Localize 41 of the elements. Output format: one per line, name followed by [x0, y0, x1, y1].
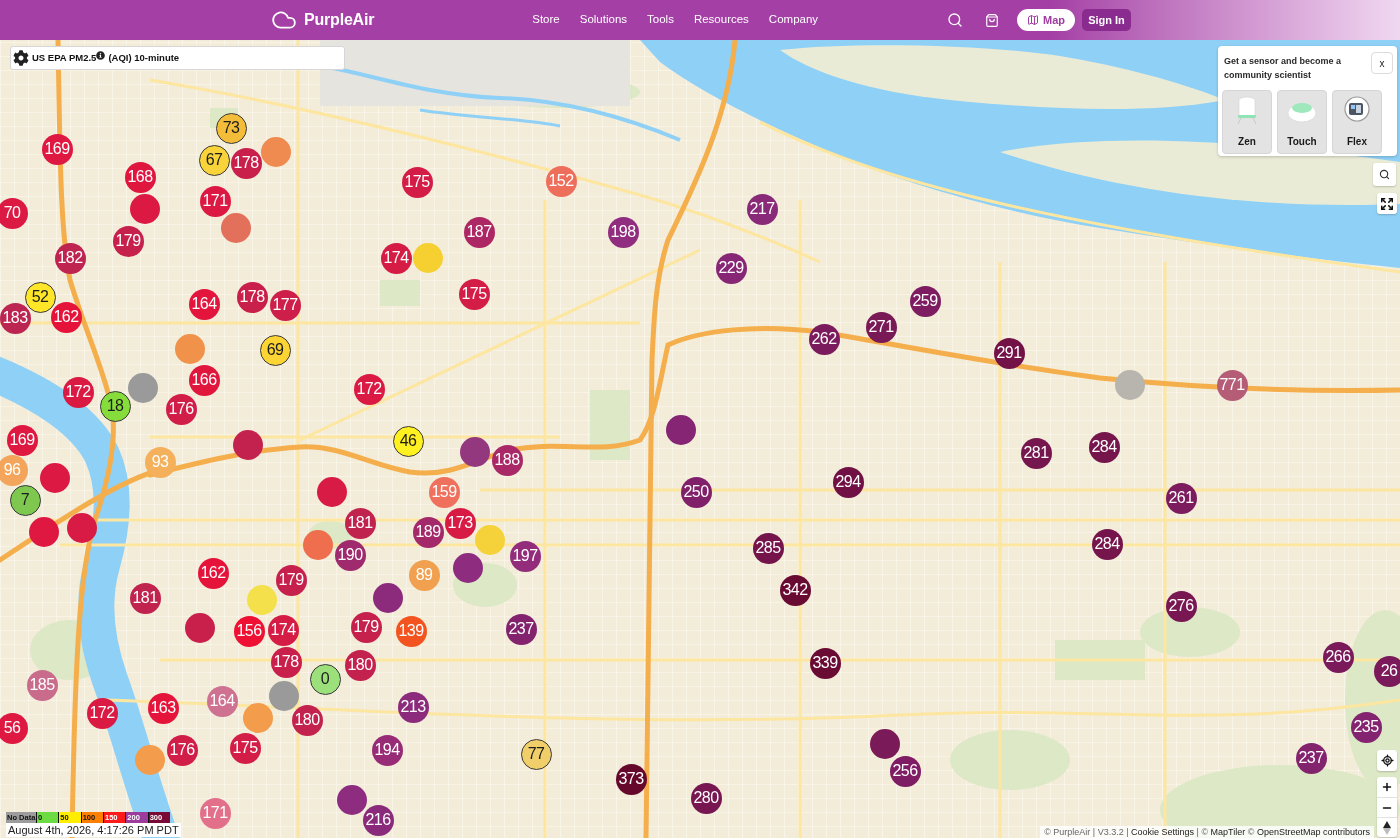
search-icon [1379, 169, 1390, 180]
promo-text: Get a sensor and become a community scientist [1223, 55, 1343, 82]
sensor-product-tile[interactable]: Flex [1332, 90, 1382, 154]
search-button[interactable] [946, 11, 964, 29]
layer-selector[interactable]: US EPA PM2.5 (AQI) 10-minute [10, 46, 345, 70]
close-button[interactable]: x [1371, 52, 1393, 74]
nav-link[interactable]: Company [768, 11, 819, 29]
map-attribution: © PurpleAir | V3.3.2 | Cookie Settings | © MapTiler © OpenStreetMap contributors [1040, 826, 1374, 838]
attribution-link[interactable]: MapTiler [1210, 827, 1246, 837]
attribution-link[interactable]: OpenStreetMap contributors [1256, 827, 1370, 837]
sign-in-button[interactable]: Sign In [1082, 9, 1131, 31]
nav-link[interactable]: Resources [693, 11, 749, 29]
nav-link[interactable]: Tools [647, 11, 674, 29]
sensor-product-tile[interactable]: Zen [1222, 90, 1272, 154]
sensor-device-icon [1343, 95, 1371, 125]
sensor-product-tile[interactable]: Touch [1277, 90, 1327, 154]
info-icon[interactable] [96, 50, 106, 60]
nav-link[interactable]: Solutions [579, 11, 628, 29]
shopping-bag-icon [985, 12, 999, 28]
compass-icon [1383, 820, 1391, 835]
locate-icon [1380, 754, 1394, 767]
map-icon [1027, 14, 1039, 26]
layer-averaging: (AQI) 10-minute [108, 50, 180, 65]
park-area [380, 280, 420, 306]
locate-button[interactable] [1377, 750, 1397, 771]
compass-button[interactable] [1377, 817, 1397, 837]
search-icon [947, 12, 963, 28]
settings-icon [13, 50, 29, 66]
park-area [590, 390, 630, 460]
sensor-device-icon [1235, 95, 1259, 125]
attribution-link[interactable]: Cookie Settings [1131, 827, 1195, 837]
plus-icon [1381, 781, 1393, 793]
timestamp: August 4th, 2026, 4:17:26 PM PDT [6, 823, 181, 837]
map-search-button[interactable] [1373, 163, 1396, 186]
map-button[interactable]: Map [1017, 9, 1075, 31]
fullscreen-icon [1380, 196, 1394, 211]
purpleair-logo[interactable]: PurpleAir [269, 7, 375, 33]
fullscreen-button[interactable] [1377, 193, 1397, 214]
layer-name: US EPA PM2.5 [32, 50, 97, 65]
cart-button[interactable] [984, 11, 1000, 29]
nav-link[interactable]: Store [532, 11, 560, 29]
